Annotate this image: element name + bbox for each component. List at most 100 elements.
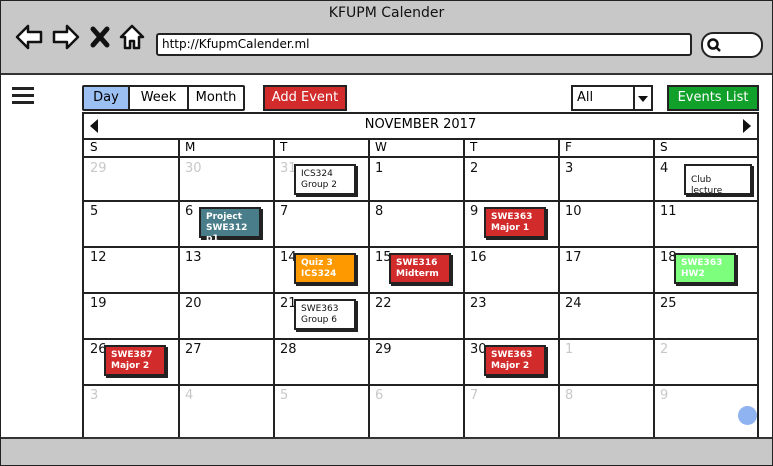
event-subtitle: SWE312 p1	[206, 223, 248, 244]
calendar-day-28[interactable]: 28	[280, 342, 297, 357]
calendar-day-6[interactable]: 6	[185, 204, 193, 219]
event-card[interactable]: SWE363 HW2	[674, 253, 736, 284]
event-subtitle: Midterm	[396, 269, 439, 279]
calendar-day-10[interactable]: 10	[565, 204, 582, 219]
calendar-day-25[interactable]: 25	[660, 296, 677, 311]
forward-arrow-icon[interactable]	[52, 23, 80, 51]
home-icon[interactable]	[118, 23, 146, 51]
add-event-button[interactable]: Add Event	[263, 85, 347, 111]
calendar-day-outside[interactable]: 9	[660, 388, 668, 403]
calendar-day-outside[interactable]: 6	[375, 388, 383, 403]
calendar-day-17[interactable]: 17	[565, 250, 582, 265]
calendar-day-5[interactable]: 5	[90, 204, 98, 219]
calendar-day-outside[interactable]: 1	[565, 342, 573, 357]
today-marker	[738, 406, 757, 425]
weekday-label: M	[185, 140, 196, 154]
calendar-day-7[interactable]: 7	[280, 204, 288, 219]
event-card[interactable]: Quiz 3 ICS324	[294, 253, 356, 284]
calendar-day-outside[interactable]: 30	[185, 161, 202, 176]
calendar-day-27[interactable]: 27	[185, 342, 202, 357]
grid-column-divider	[368, 140, 370, 437]
calendar-day-outside[interactable]: 3	[90, 388, 98, 403]
calendar-day-23[interactable]: 23	[470, 296, 487, 311]
event-subtitle: Group 6	[301, 315, 337, 325]
event-filter-select[interactable]: All	[571, 85, 653, 111]
grid-column-divider	[178, 140, 180, 437]
calendar-day-12[interactable]: 12	[90, 250, 107, 265]
chevron-down-icon	[633, 87, 651, 109]
grid-column-divider	[463, 140, 465, 437]
weekday-label: W	[375, 140, 387, 154]
event-subtitle: Major 2	[111, 361, 150, 371]
weekday-label: F	[565, 140, 572, 154]
week-view-button[interactable]: Week	[130, 87, 189, 109]
calendar-day-outside[interactable]: 7	[470, 388, 478, 403]
search-field[interactable]	[701, 32, 763, 58]
address-bar[interactable]: http://KfupmCalender.ml	[156, 33, 692, 56]
event-card[interactable]: SWE387 Major 2	[104, 345, 166, 376]
grid-row-divider	[84, 338, 757, 340]
event-card[interactable]: ICS324 Group 2	[294, 164, 356, 195]
month-label: NOVEMBER 2017	[364, 117, 477, 132]
event-subtitle: HW2	[681, 269, 705, 279]
calendar-day-16[interactable]: 16	[470, 250, 487, 265]
calendar-day-9[interactable]: 9	[470, 204, 478, 219]
weekday-label: S	[90, 140, 98, 154]
event-title: Quiz 3	[301, 258, 333, 268]
hamburger-icon[interactable]	[12, 87, 34, 105]
filter-value: All	[577, 90, 594, 105]
calendar-day-11[interactable]: 11	[660, 204, 677, 219]
grid-row-divider	[84, 384, 757, 386]
view-switcher: Day Week Month	[82, 85, 245, 111]
day-view-button[interactable]: Day	[84, 87, 130, 109]
calendar-day-20[interactable]: 20	[185, 296, 202, 311]
event-title: SWE363	[681, 258, 723, 268]
event-title: SWE363	[301, 304, 339, 314]
event-card[interactable]: SWE316 Midterm	[389, 253, 451, 284]
event-title: SWE363	[491, 350, 533, 360]
calendar-day-outside[interactable]: 8	[565, 388, 573, 403]
calendar-day-22[interactable]: 22	[375, 296, 392, 311]
event-subtitle: Major 2	[491, 361, 530, 371]
event-title: SWE316	[396, 258, 438, 268]
events-list-button[interactable]: Events List	[667, 85, 759, 111]
browser-window: KFUPM Calender http://KfupmCalender.ml D…	[0, 0, 773, 466]
calendar-header: NOVEMBER 2017	[84, 114, 757, 140]
calendar-day-outside[interactable]: 2	[660, 342, 668, 357]
browser-chrome: KFUPM Calender http://KfupmCalender.ml	[1, 1, 772, 75]
event-card[interactable]: Club lecture	[684, 164, 752, 196]
event-title: Club lecture	[691, 175, 723, 196]
close-icon[interactable]	[89, 23, 111, 51]
event-card[interactable]: SWE363 Major 1	[484, 207, 546, 238]
grid-column-divider	[653, 140, 655, 437]
calendar-day-29[interactable]: 29	[375, 342, 392, 357]
search-icon	[707, 38, 721, 52]
event-title: SWE387	[111, 350, 153, 360]
calendar-day-19[interactable]: 19	[90, 296, 107, 311]
calendar-day-2[interactable]: 2	[470, 161, 478, 176]
calendar-day-4[interactable]: 4	[660, 161, 668, 176]
weekday-label: T	[280, 140, 288, 154]
back-arrow-icon[interactable]	[15, 23, 43, 51]
grid-row-divider	[84, 292, 757, 294]
calendar-day-13[interactable]: 13	[185, 250, 202, 265]
grid-column-divider	[273, 140, 275, 437]
calendar-day-8[interactable]: 8	[375, 204, 383, 219]
calendar-day-outside[interactable]: 4	[185, 388, 193, 403]
grid-row-divider	[84, 200, 757, 202]
event-subtitle: Group 2	[301, 180, 337, 190]
weekday-header: SMTWTFS	[84, 140, 757, 158]
calendar-day-3[interactable]: 3	[565, 161, 573, 176]
event-subtitle: Major 1	[491, 223, 530, 233]
event-card[interactable]: Project SWE312 p1	[199, 207, 261, 244]
event-card[interactable]: SWE363 Group 6	[294, 299, 356, 330]
event-card[interactable]: SWE363 Major 2	[484, 345, 546, 376]
month-view-button[interactable]: Month	[189, 87, 243, 109]
calendar-day-1[interactable]: 1	[375, 161, 383, 176]
weekday-label: T	[470, 140, 478, 154]
calendar-day-24[interactable]: 24	[565, 296, 582, 311]
calendar-day-outside[interactable]: 5	[280, 388, 288, 403]
grid-column-divider	[558, 140, 560, 437]
next-month-icon[interactable]	[743, 119, 751, 133]
calendar-day-outside[interactable]: 29	[90, 161, 107, 176]
